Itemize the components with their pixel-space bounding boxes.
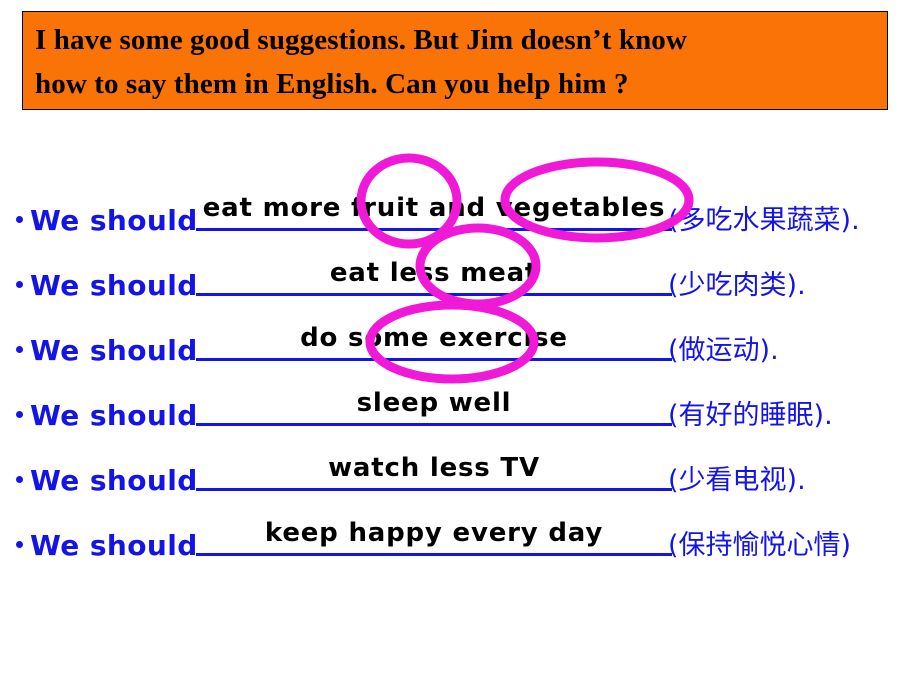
row-lead: We should (16, 269, 198, 302)
header-line-2: how to say them in English. Can you help… (35, 68, 629, 100)
row-lead: We should (16, 529, 198, 562)
answer-text: keep happy every day (264, 518, 604, 548)
answer-text: eat more fruit and vegetables (202, 193, 666, 223)
list-item: We should eat less meat (少吃肉类). (0, 237, 920, 302)
chinese-gloss: (多吃水果蔬菜). (668, 205, 860, 236)
row-lead: We should (16, 334, 198, 367)
bullet-icon (16, 476, 23, 483)
list-item: We should do some exercise (做运动). (0, 302, 920, 367)
chinese-gloss: (少吃肉类). (668, 270, 806, 301)
lead-label: We should (30, 204, 198, 237)
list-item: We should keep happy every day (保持愉悦心情) (0, 497, 920, 562)
list-item: We should sleep well (有好的睡眠). (0, 367, 920, 432)
lead-label: We should (30, 464, 198, 497)
lead-label: We should (30, 399, 198, 432)
row-lead: We should (16, 204, 198, 237)
chinese-gloss: (做运动). (668, 335, 779, 366)
answer-text: sleep well (356, 388, 512, 418)
bullet-icon (16, 216, 23, 223)
bullet-icon (16, 541, 23, 548)
row-lead: We should (16, 399, 198, 432)
blank-line (196, 358, 672, 361)
blank-line (196, 293, 672, 296)
chinese-gloss: (有好的睡眠). (668, 400, 833, 431)
answer-text: eat less meat (329, 258, 539, 288)
answer-text: watch less TV (328, 453, 540, 483)
lead-label: We should (30, 269, 198, 302)
blank-line (196, 228, 672, 231)
header-banner: I have some good suggestions. But Jim do… (22, 11, 888, 110)
bullet-icon (16, 411, 23, 418)
blank-line (196, 423, 672, 426)
blank-line (196, 553, 672, 556)
row-lead: We should (16, 464, 198, 497)
chinese-gloss: (少看电视). (668, 465, 806, 496)
answer-text: do some exercise (300, 323, 568, 353)
list-item: We should watch less TV (少看电视). (0, 432, 920, 497)
suggestions-list: We should eat more fruit and vegetables … (0, 132, 920, 562)
bullet-icon (16, 346, 23, 353)
lead-label: We should (30, 529, 198, 562)
bullet-icon (16, 281, 23, 288)
list-item: We should eat more fruit and vegetables … (0, 172, 920, 237)
chinese-gloss: (保持愉悦心情) (668, 530, 852, 561)
lead-label: We should (30, 334, 198, 367)
header-line-1: I have some good suggestions. But Jim do… (35, 24, 687, 56)
blank-line (196, 488, 672, 491)
